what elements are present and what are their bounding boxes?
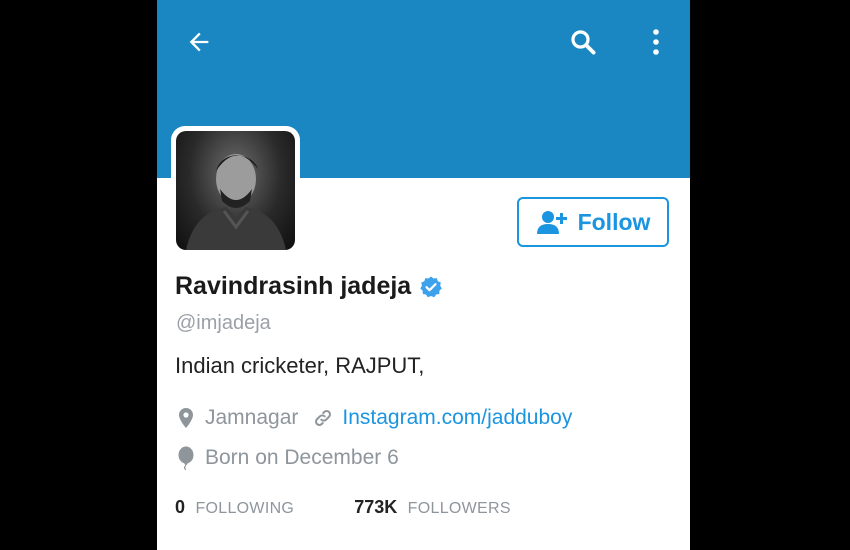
followers-stat[interactable]: 773K FOLLOWERS bbox=[354, 497, 511, 518]
verified-badge-icon bbox=[420, 276, 443, 297]
profile-name: Ravindrasinh jadeja bbox=[175, 272, 412, 300]
profile-website-link[interactable]: Instagram.com/jadduboy bbox=[342, 406, 572, 430]
profile-location: Jamnagar bbox=[205, 406, 299, 429]
following-label: FOLLOWING bbox=[195, 500, 295, 517]
profile-birthday: Born on December 6 bbox=[205, 446, 399, 469]
avatar-photo bbox=[186, 154, 286, 250]
more-vertical-icon bbox=[653, 29, 659, 55]
follow-button-label: Follow bbox=[577, 208, 651, 235]
arrow-left-icon bbox=[189, 32, 209, 52]
profile-stats: 0 FOLLOWING 773K FOLLOWERS bbox=[175, 497, 511, 518]
balloon-icon bbox=[175, 446, 197, 470]
following-count: 0 bbox=[175, 497, 186, 517]
add-user-icon bbox=[536, 211, 567, 234]
profile-bio: Indian cricketer, RAJPUT, bbox=[175, 353, 425, 378]
search-icon bbox=[571, 30, 596, 55]
following-stat[interactable]: 0 FOLLOWING bbox=[175, 497, 294, 518]
back-button[interactable] bbox=[179, 24, 219, 60]
profile-handle: @imjadeja bbox=[176, 312, 271, 334]
followers-count: 773K bbox=[354, 497, 398, 517]
profile-screen: Follow Ravindrasinh jadeja @imjadeja Ind… bbox=[157, 0, 690, 550]
link-icon bbox=[312, 408, 334, 428]
profile-meta-birthday: Born on December 6 bbox=[175, 446, 399, 470]
search-button[interactable] bbox=[563, 24, 603, 60]
profile-meta-location-link: Jamnagar Instagram.com/jadduboy bbox=[175, 406, 572, 430]
profile-name-row: Ravindrasinh jadeja bbox=[175, 272, 443, 301]
avatar[interactable] bbox=[176, 131, 295, 250]
follow-button[interactable]: Follow bbox=[517, 197, 669, 247]
location-pin-icon bbox=[175, 407, 197, 429]
avatar-frame bbox=[171, 126, 300, 255]
followers-label: FOLLOWERS bbox=[407, 500, 511, 517]
more-options-button[interactable] bbox=[641, 22, 671, 62]
